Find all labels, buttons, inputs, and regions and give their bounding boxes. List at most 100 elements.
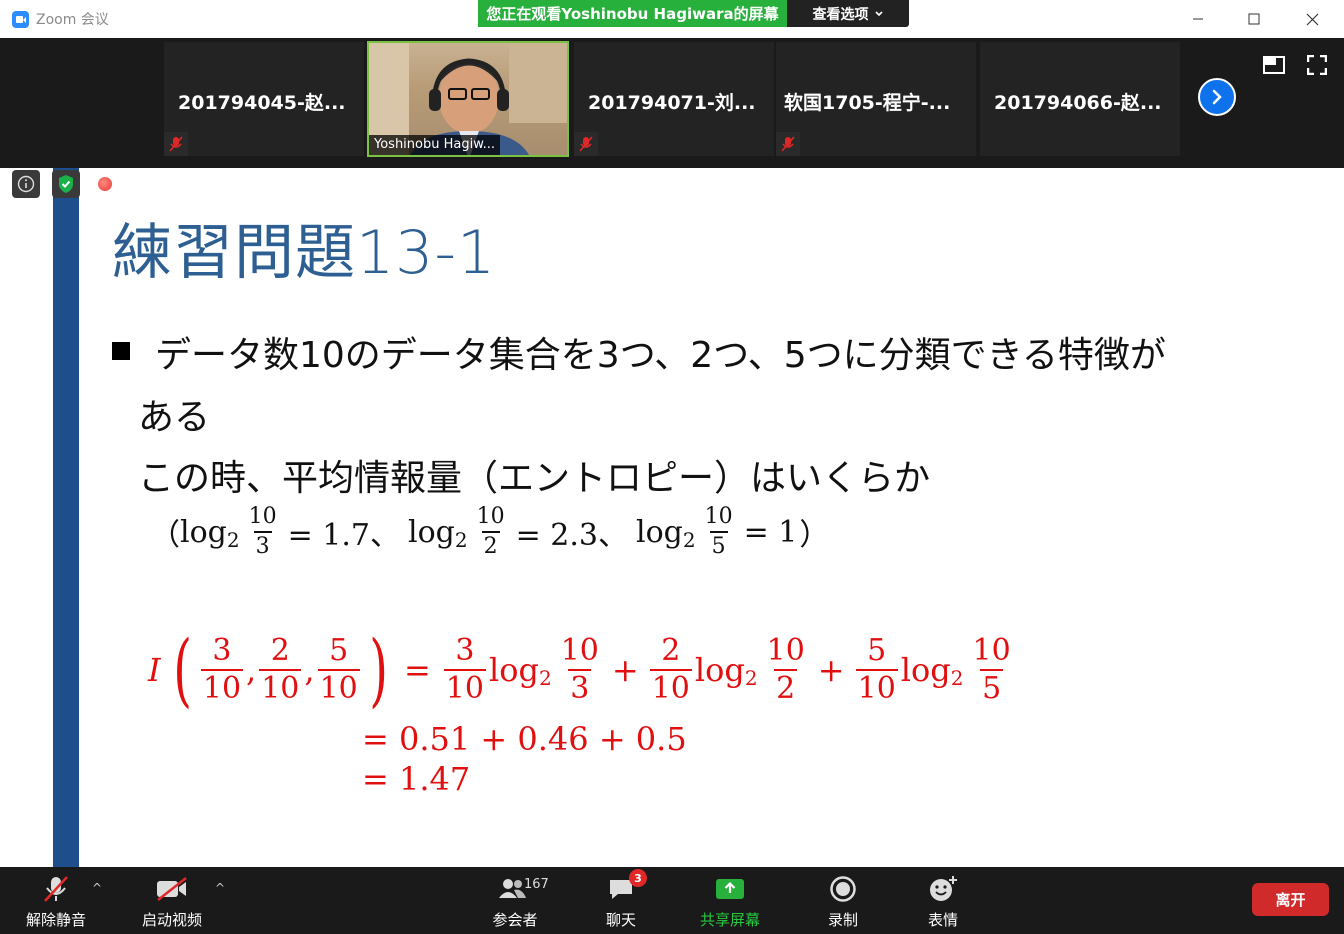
record-icon xyxy=(829,873,857,905)
participant-name: 201794066-赵... xyxy=(994,92,1162,114)
record-button[interactable]: 录制 xyxy=(828,873,858,930)
math-plus: + xyxy=(611,651,639,689)
participants-icon: 167 xyxy=(490,873,549,905)
chat-label: 聊天 xyxy=(606,911,637,929)
participant-tile[interactable]: 软国1705-程宁-... xyxy=(776,42,976,156)
next-page-button[interactable] xyxy=(1198,78,1236,116)
frac-numerator: 3 xyxy=(212,633,232,668)
given-log-values: （ log 2 10 3 = 1.7、 log 2 10 2 = 2.3、 log 2 1… xyxy=(150,506,829,558)
math-fraction: 5 10 xyxy=(317,636,360,706)
gallery-layout-button[interactable] xyxy=(1261,52,1287,78)
math-value: = 2.3、 xyxy=(515,518,628,553)
chat-button[interactable]: 3 聊天 xyxy=(606,869,647,930)
info-icon xyxy=(17,175,35,193)
participant-tile[interactable]: 201794071-刘... xyxy=(574,42,774,156)
frac-denominator: 10 xyxy=(855,669,898,706)
meeting-info-button[interactable] xyxy=(12,170,40,198)
math-paren: （ xyxy=(150,518,180,553)
slide-text-line: データ数10のデータ集合を3つ、2つ、5つに分類できる特徴が xyxy=(155,335,1166,376)
math-plus: + xyxy=(817,651,845,689)
frac-numerator: 10 xyxy=(560,633,599,668)
frac-denominator: 10 xyxy=(317,669,360,706)
frac-denominator: 10 xyxy=(200,669,244,706)
mic-muted-icon xyxy=(574,132,598,156)
math-value: = 1.7、 xyxy=(287,518,400,553)
math-log: log xyxy=(488,651,539,689)
math-fraction: 2 10 xyxy=(259,636,302,706)
participant-strip: 201794045-赵... Yoshinobu Hagiw... 201794… xyxy=(0,38,1344,168)
math-fraction: 10 3 xyxy=(559,636,601,704)
active-speaker-video-tile[interactable]: Yoshinobu Hagiw... xyxy=(367,41,569,157)
math-fraction: 10 5 xyxy=(703,506,735,558)
chevron-down-icon xyxy=(874,10,883,16)
recording-indicator-icon xyxy=(98,177,112,191)
start-video-button[interactable]: 启动视频 xyxy=(142,873,202,930)
participant-name: 201794045-赵... xyxy=(178,92,346,114)
frac-denominator: 5 xyxy=(980,669,1004,706)
bullet-square-icon xyxy=(112,342,130,360)
maximize-button[interactable] xyxy=(1241,6,1267,32)
app-title: Zoom 会议 xyxy=(12,9,109,29)
math-fraction: 10 5 xyxy=(971,636,1013,704)
security-button[interactable] xyxy=(52,170,80,198)
minimize-button[interactable] xyxy=(1185,6,1211,32)
reactions-button[interactable]: 表情 xyxy=(928,873,958,930)
math-log: log xyxy=(180,514,227,550)
frac-numerator: 10 xyxy=(972,633,1011,668)
math-log-base: 2 xyxy=(538,666,552,690)
video-options-caret-icon[interactable]: ^ xyxy=(215,881,225,895)
participant-name: Yoshinobu Hagiw... xyxy=(369,135,501,155)
frac-numerator: 3 xyxy=(455,633,475,668)
view-options-button[interactable]: 查看选项 xyxy=(787,0,909,27)
frac-denominator: 10 xyxy=(259,669,302,706)
math-log: log xyxy=(900,651,951,689)
start-video-label: 启动视频 xyxy=(142,911,203,929)
answer-line-2: = 0.51 + 0.46 + 0.5 xyxy=(362,720,687,758)
unmute-label: 解除静音 xyxy=(26,911,87,929)
minimize-icon xyxy=(1193,18,1203,20)
participant-tile[interactable]: 201794045-赵... xyxy=(164,42,364,156)
math-comma: , xyxy=(246,651,257,689)
fullscreen-button[interactable] xyxy=(1304,52,1330,78)
share-screen-icon xyxy=(715,873,745,905)
mic-muted-icon xyxy=(41,873,71,905)
answer-line-3: = 1.47 xyxy=(362,760,471,798)
unmute-button[interactable]: 解除静音 xyxy=(26,873,86,930)
zoom-logo-icon xyxy=(12,10,29,28)
frac-numerator: 2 xyxy=(661,633,681,668)
frac-denominator: 2 xyxy=(481,531,500,558)
layout-icon xyxy=(1263,56,1285,74)
math-log-base: 2 xyxy=(454,528,468,552)
reactions-label: 表情 xyxy=(928,911,959,929)
shared-screen: 練習問題13-1 データ数10のデータ集合を3つ、2つ、5つに分類できる特徴が … xyxy=(0,168,1344,867)
app-title-text: Zoom 会议 xyxy=(36,12,109,28)
participant-name: 201794071-刘... xyxy=(588,92,756,114)
participants-button[interactable]: 167 参会者 xyxy=(490,873,549,930)
math-function-name: I xyxy=(148,651,161,689)
view-options-label: 查看选项 xyxy=(812,6,869,23)
maximize-icon xyxy=(1248,13,1260,25)
shield-check-icon xyxy=(59,175,73,193)
math-log: log xyxy=(636,514,683,550)
participant-tile[interactable]: 201794066-赵... xyxy=(980,42,1180,156)
frac-denominator: 10 xyxy=(443,669,486,706)
share-screen-button[interactable]: 共享屏幕 xyxy=(700,873,760,930)
math-log: log xyxy=(694,651,745,689)
math-comma: , xyxy=(304,651,315,689)
meeting-toolbar: 解除静音 ^ 启动视频 ^ 167 参会者 3 聊天 共享屏幕 录制 表情 离开 xyxy=(0,867,1344,934)
math-equals: = xyxy=(403,651,431,689)
chat-unread-badge: 3 xyxy=(629,869,647,887)
leave-meeting-button[interactable]: 离开 xyxy=(1252,883,1329,916)
close-button[interactable] xyxy=(1299,6,1325,32)
math-paren: ） xyxy=(799,518,830,553)
emoji-icon xyxy=(928,873,958,905)
close-icon xyxy=(1306,13,1318,25)
title-bar: Zoom 会议 您正在观看Yoshinobu Hagiwara的屏幕 查看选项 xyxy=(0,0,1344,38)
math-paren-left: ( xyxy=(172,623,192,716)
math-log: log xyxy=(408,514,455,550)
slide-accent-bar xyxy=(53,168,79,867)
audio-options-caret-icon[interactable]: ^ xyxy=(92,881,102,895)
math-fraction: 3 10 xyxy=(443,633,486,706)
frac-numerator: 10 xyxy=(248,504,277,529)
frac-numerator: 5 xyxy=(867,633,887,668)
